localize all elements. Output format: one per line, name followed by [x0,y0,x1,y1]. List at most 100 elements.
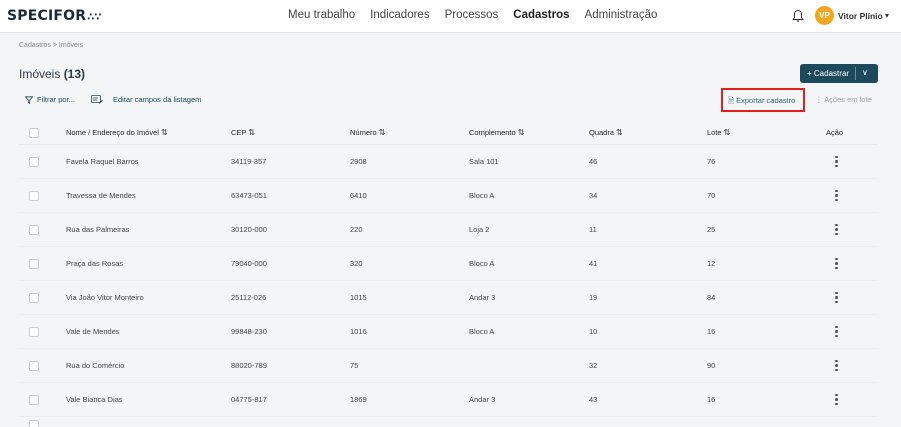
edit-fields-label: Editar campos da listagem [113,95,202,104]
row-checkbox[interactable] [29,224,39,235]
cell-numero: 2908 [350,157,367,166]
file-icon: 🗎 [728,96,735,105]
header-cep-label: CEP [231,128,247,137]
sort-icon[interactable]: ⇅ [518,128,525,137]
cell-complemento: Bloco A [469,259,495,268]
row-checkbox[interactable] [29,360,39,371]
nav-indicadores[interactable]: Indicadores [370,9,429,21]
sort-icon[interactable]: ⇅ [161,128,168,137]
table-row[interactable]: Rua das Palmeiras 30120-000 220 Loja 2 1… [19,213,877,247]
logo-dots: ∴∵ [87,12,102,23]
table-row[interactable]: Praça das Rosas 79040-000 320 Bloco A 41… [19,247,877,281]
cell-cep: 30120-000 [231,225,267,234]
table-row[interactable]: Vale de Mendes 99848-230 1016 Bloco A 10… [19,315,877,349]
nav-cadastros[interactable]: Cadastros [513,9,569,21]
cell-quadra: 34 [589,191,598,200]
record-count: (13) [63,67,86,81]
bulk-actions-button[interactable]: ⋮ Ações em lote [815,95,872,104]
cell-lote: 84 [707,293,716,302]
table-row[interactable]: Rua do Comércio 88020-789 75 32 90 [19,349,877,383]
row-checkbox[interactable] [29,258,39,269]
cell-cep: 34119-357 [231,157,267,166]
table-row[interactable]: Favela Raquel Barros 34119-357 2908 Sala… [19,145,877,179]
row-actions-icon[interactable] [835,325,839,338]
filter-label: Filtrar por... [37,95,75,104]
filter-button[interactable]: Filtrar por... [25,95,75,104]
main-nav: Meu trabalho Indicadores Processos Cadas… [288,9,657,21]
header-lote[interactable]: Lote ⇅ [707,121,730,144]
bulk-actions-label: Ações em lote [824,95,872,104]
row-checkbox[interactable] [29,326,39,337]
cell-quadra: 10 [589,327,598,336]
sort-icon[interactable]: ⇅ [724,128,731,137]
header-cep[interactable]: CEP ⇅ [231,121,255,144]
header-lote-label: Lote [707,128,722,137]
export-button[interactable]: 🗎 Exportar cadastro [728,95,795,108]
avatar[interactable]: VP [815,6,834,25]
edit-fields-button[interactable]: Editar campos da listagem [91,95,201,104]
cell-complemento: Bloco A [469,191,495,200]
nav-meu-trabalho[interactable]: Meu trabalho [288,9,355,21]
cell-complemento: Andar 3 [469,395,496,404]
cell-complemento: Bloco A [469,327,495,336]
header-complemento[interactable]: Complemento ⇅ [469,121,524,144]
chevron-down-icon[interactable]: ∨ [862,68,868,77]
table-row[interactable]: Via João Vitor Monteiro 25112-026 1015 A… [19,281,877,315]
more-vertical-icon: ⋮ [815,95,823,104]
nav-administracao[interactable]: Administração [585,9,658,21]
select-all-checkbox[interactable] [29,127,39,138]
cell-nome: Rua do Comércio [66,361,125,370]
row-actions-icon[interactable] [835,359,839,372]
cadastrar-button[interactable]: + Cadastrar ∨ [800,64,878,83]
header-nome[interactable]: Nome / Endereço do Imóvel ⇅ [66,121,168,144]
row-checkbox[interactable] [29,190,39,201]
cell-cep: 99848-230 [231,327,267,336]
header-quadra[interactable]: Quadra ⇅ [589,121,623,144]
row-actions-icon[interactable] [835,155,839,168]
row-actions-icon[interactable] [835,223,839,236]
sort-icon[interactable]: ⇅ [616,128,623,137]
cell-numero: 320 [350,259,363,268]
cell-numero: 75 [350,361,359,370]
page-title-text: Imóveis [19,67,61,81]
logo-text: SPECIFOR [7,8,87,24]
table-row[interactable] [19,417,877,427]
cell-lote: 70 [707,191,716,200]
row-checkbox[interactable] [29,292,39,303]
row-actions-icon[interactable] [835,189,839,202]
cell-numero: 6410 [350,191,367,200]
cell-cep: 88020-789 [231,361,267,370]
cell-cep: 79040-000 [231,259,267,268]
row-actions-icon[interactable] [835,393,839,406]
row-checkbox[interactable] [29,156,39,167]
sort-icon[interactable]: ⇅ [379,128,386,137]
row-actions-icon[interactable] [835,291,839,304]
top-navbar: SPECIFOR∴∵ Meu trabalho Indicadores Proc… [0,0,901,33]
chevron-down-icon[interactable]: ▾ [885,11,889,20]
header-nome-label: Nome / Endereço do Imóvel [66,128,159,137]
cell-lote: 16 [707,395,716,404]
cell-nome: Favela Raquel Barros [66,157,139,166]
table-row[interactable]: Travessa de Mendes 63473-051 6410 Bloco … [19,179,877,213]
row-actions-icon[interactable] [835,257,839,270]
row-checkbox[interactable] [29,420,39,427]
cell-nome: Vale Bianca Dias [66,395,123,404]
cell-numero: 1016 [350,327,367,336]
cell-nome: Via João Vitor Monteiro [66,293,144,302]
page-title: Imóveis (13) [19,67,85,81]
cell-numero: 1015 [350,293,367,302]
cell-lote: 90 [707,361,716,370]
nav-processos[interactable]: Processos [445,9,499,21]
cell-quadra: 41 [589,259,598,268]
header-numero-label: Número [350,128,377,137]
header-numero[interactable]: Número ⇅ [350,121,385,144]
breadcrumb: Cadastros > Imóveis [19,42,83,49]
logo[interactable]: SPECIFOR∴∵ [7,8,102,24]
cell-quadra: 43 [589,395,598,404]
user-name[interactable]: Vitor Plínio [838,11,883,21]
cell-quadra: 11 [589,225,597,234]
bell-icon[interactable] [792,9,804,23]
row-checkbox[interactable] [29,394,39,405]
sort-icon[interactable]: ⇅ [248,128,255,137]
table-row[interactable]: Vale Bianca Dias 04775-817 1869 Andar 3 … [19,383,877,417]
